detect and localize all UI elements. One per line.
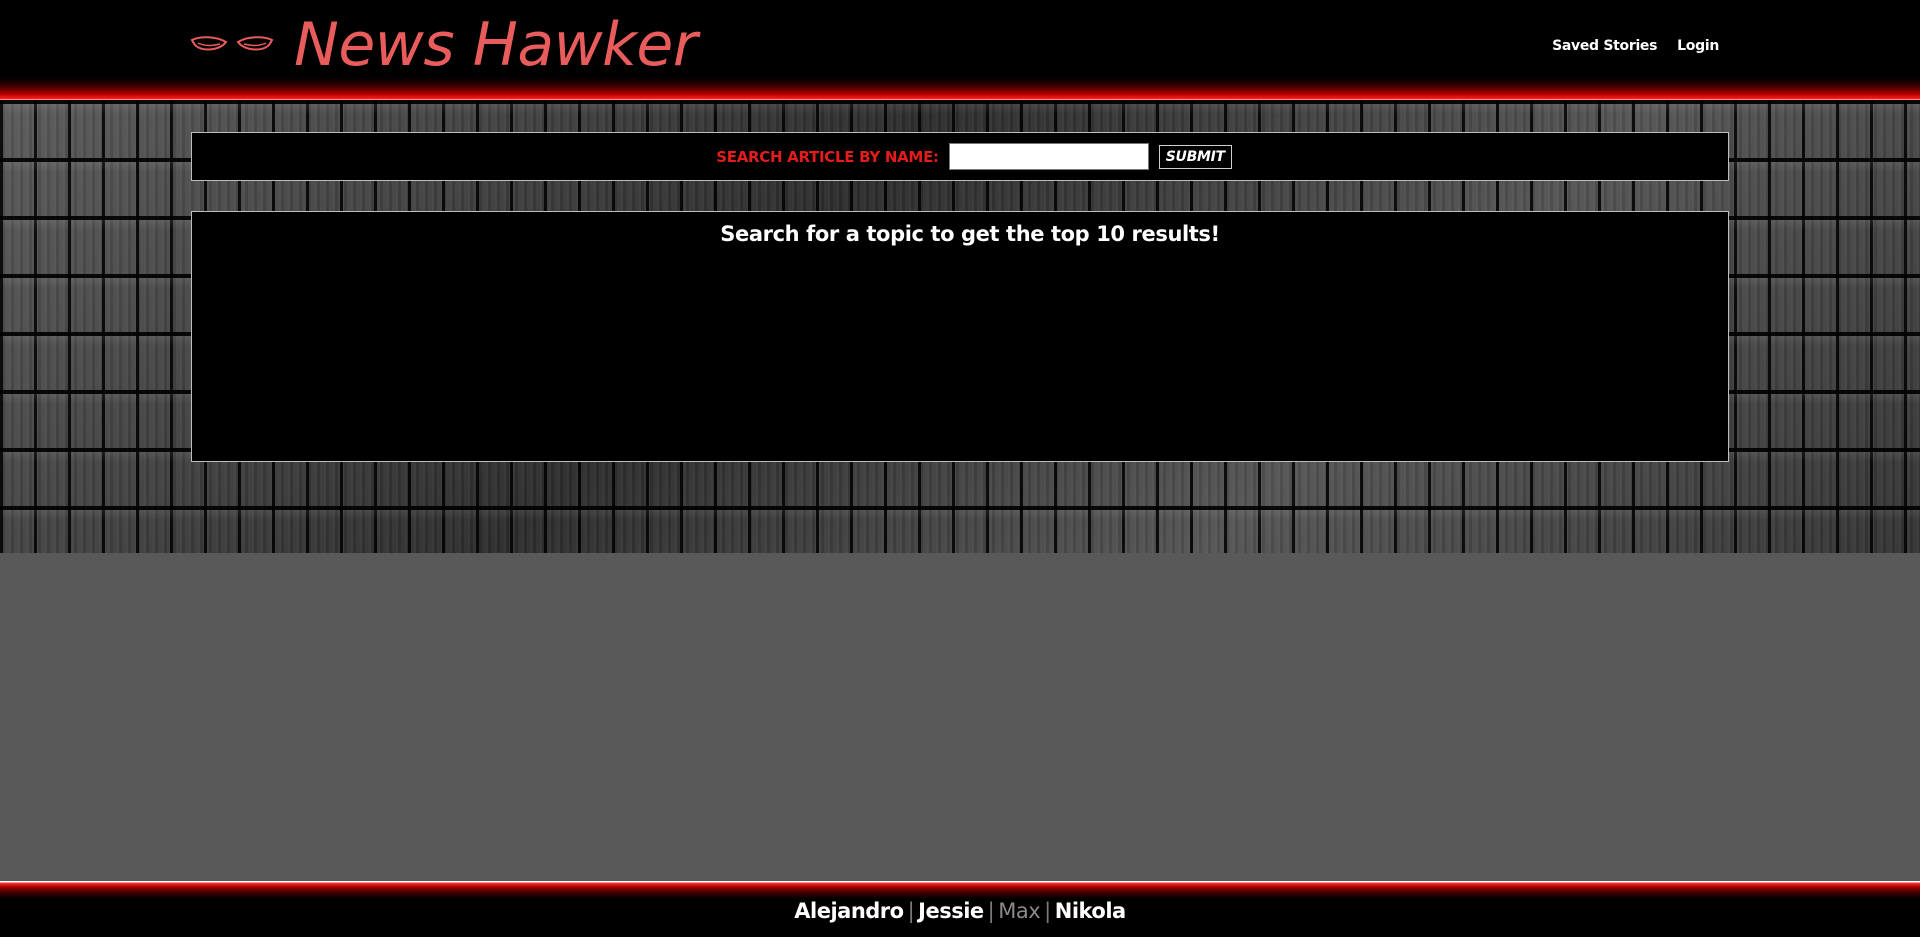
submit-button[interactable]: SUBMIT <box>1158 144 1232 169</box>
credit-separator: | <box>907 899 915 923</box>
top-nav: Saved Stories Login <box>1552 38 1719 54</box>
credit-name[interactable]: Nikola <box>1055 899 1126 923</box>
credit-separator: | <box>987 899 995 923</box>
credit-name[interactable]: Alejandro <box>794 899 904 923</box>
wings-icon[interactable] <box>190 34 274 54</box>
site-header: News Hawker Saved Stories Login <box>0 0 1920 100</box>
credits: Alejandro | Jessie | Max | Nikola <box>0 899 1920 923</box>
search-bar: SEARCH ARTICLE BY NAME: SUBMIT <box>191 132 1729 181</box>
login-link[interactable]: Login <box>1677 38 1719 54</box>
search-label: SEARCH ARTICLE BY NAME: <box>716 147 939 166</box>
credit-name[interactable]: Max <box>998 899 1040 923</box>
right-wing-icon <box>236 36 274 51</box>
search-form: SEARCH ARTICLE BY NAME: SUBMIT <box>716 143 1232 170</box>
site-footer: Alejandro | Jessie | Max | Nikola <box>0 881 1920 937</box>
results-empty-message: Search for a topic to get the top 10 res… <box>720 222 1220 246</box>
results-panel: Search for a topic to get the top 10 res… <box>191 211 1729 462</box>
brand-title[interactable]: News Hawker <box>294 6 698 84</box>
search-input[interactable] <box>948 143 1149 170</box>
left-wing-icon <box>190 36 228 51</box>
credit-name[interactable]: Jessie <box>918 899 984 923</box>
saved-stories-link[interactable]: Saved Stories <box>1552 38 1657 54</box>
credit-separator: | <box>1044 899 1051 923</box>
